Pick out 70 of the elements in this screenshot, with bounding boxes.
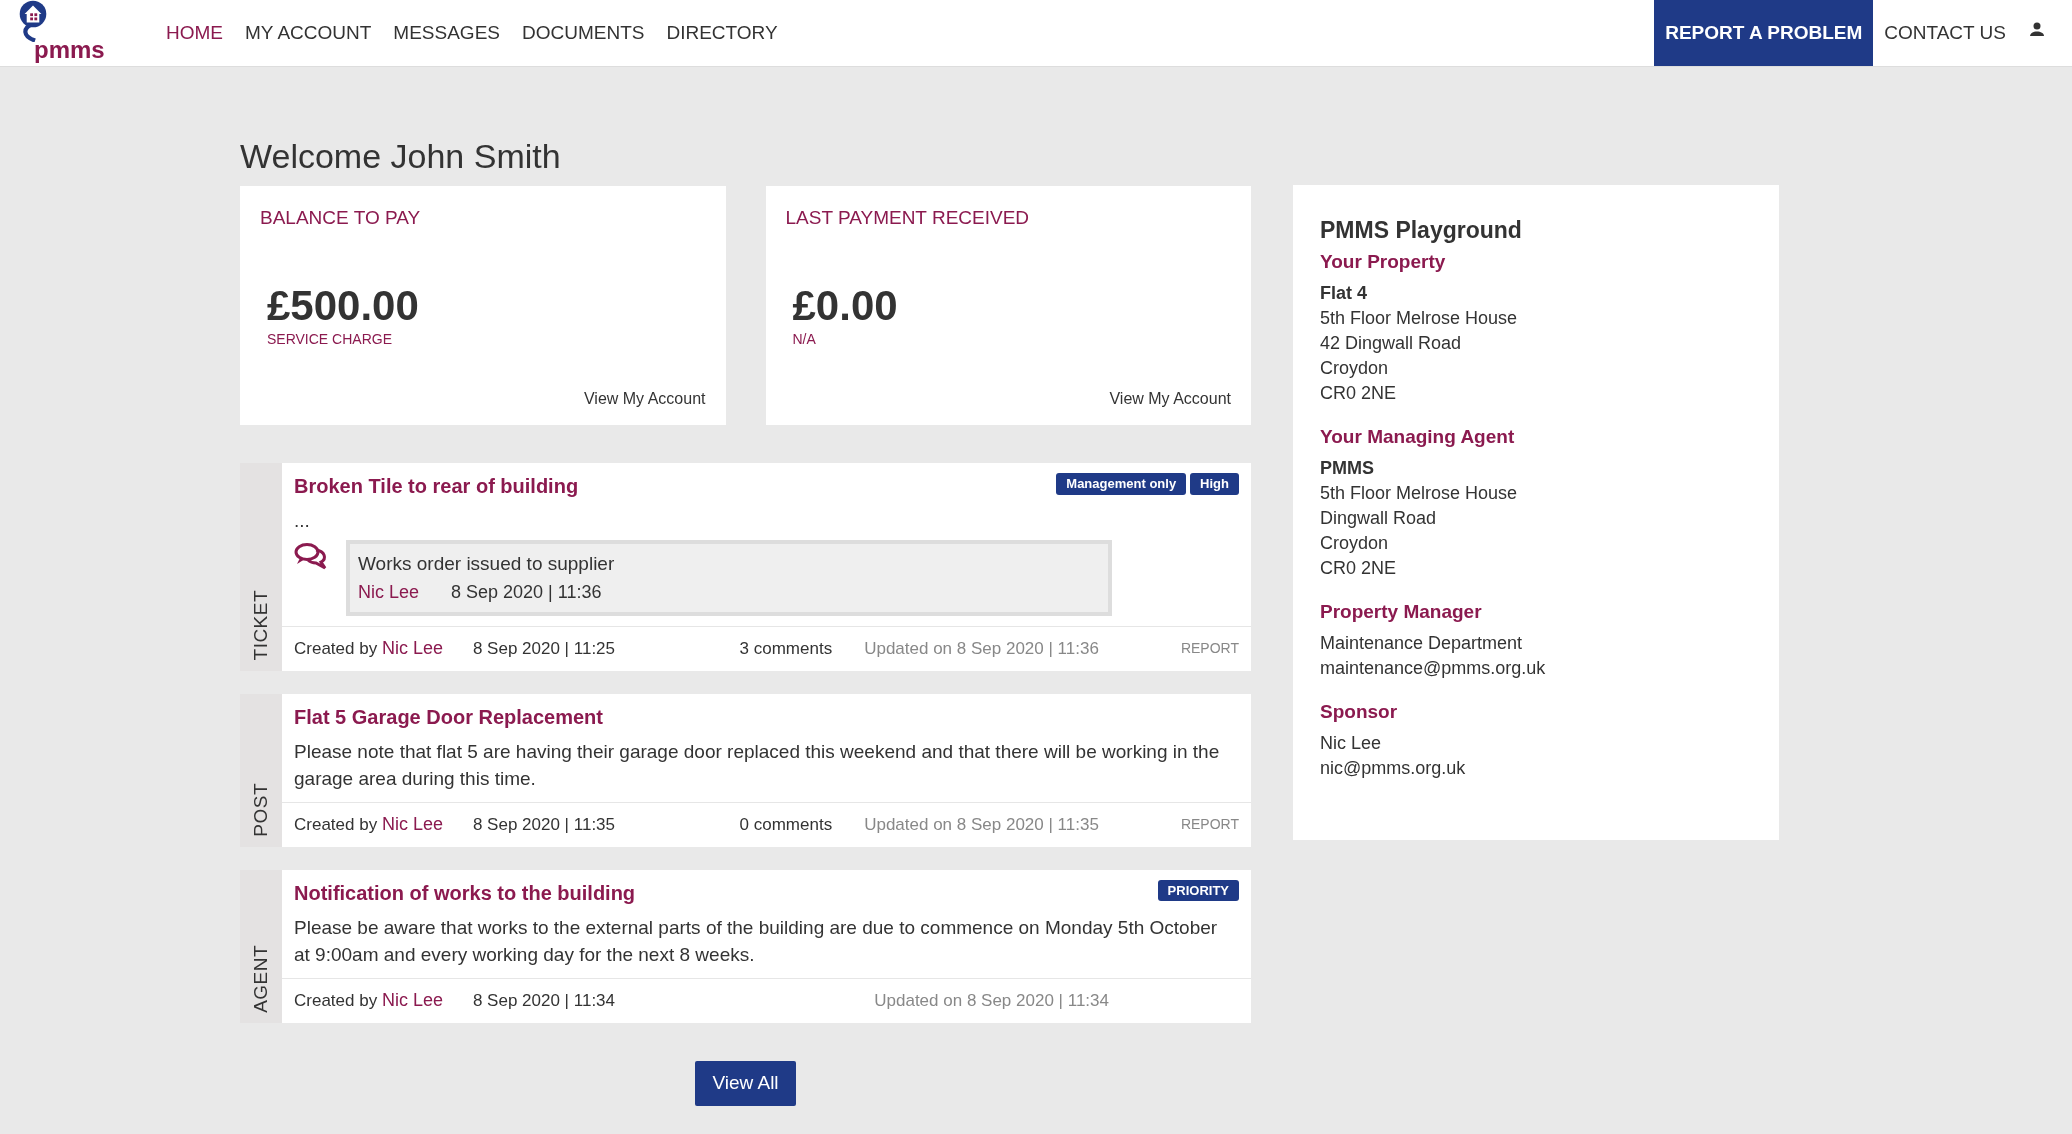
info-line: CR0 2NE [1320,382,1398,405]
amount-caption: SERVICE CHARGE [267,329,393,349]
report-link[interactable]: REPORT [1180,638,1239,659]
info-line: Flat 4 [1320,282,1368,305]
pmms-logo[interactable]: pmms [12,0,122,66]
post-body: Please be aware that works to the external parts of the building are due to commence on Monday 5th October at 9:00am and every working day for the next 8 weeks. [294,915,1219,967]
post-title[interactable]: Broken Tile to rear of building [294,471,579,501]
section-heading: Sponsor [1320,700,1399,724]
created-time: 8 Sep 2020 | 11:25 [472,637,616,660]
info-line: nic@pmms.org.uk [1320,757,1467,780]
info-line: CR0 2NE [1320,557,1398,580]
view-all-button[interactable]: View All [695,1060,796,1106]
updated-time: Updated on 8 Sep 2020 | 11:35 [864,813,1099,836]
created-by-text: Created by Nic Lee [294,813,443,836]
info-line: Maintenance Department [1320,632,1524,655]
nav-link[interactable]: MY ACCOUNT [245,18,372,48]
post-body: ... [294,509,311,533]
info-line: 5th Floor Melrose House [1320,307,1519,330]
author-link[interactable]: Nic Lee [381,638,443,658]
author-link[interactable]: Nic Lee [381,990,443,1010]
created-time: 8 Sep 2020 | 11:34 [472,989,616,1012]
info-line: Dingwall Road [1320,507,1438,530]
type-label: AGENT [248,944,272,1013]
comments-link[interactable]: 0 comments [739,811,833,838]
tag-label: PRIORITY [1157,879,1239,901]
post-title[interactable]: Notification of works to the building [294,877,636,908]
author-link[interactable]: Nic Lee [358,578,420,606]
created-time: 8 Sep 2020 | 11:35 [472,813,616,836]
info-line: Croydon [1320,357,1390,380]
nav-link[interactable]: HOME [166,18,223,48]
info-line: PMMS [1320,457,1375,480]
info-line: Croydon [1320,532,1390,555]
card-title: LAST PAYMENT RECEIVED [785,206,1031,230]
post-body: Please note that flat 5 are having their garage door replaced this weekend and that there will be working in the garage area during this time. [294,739,1221,791]
type-label: POST [248,782,272,837]
type-label: TICKET [248,590,272,661]
contact-link[interactable]: CONTACT US [1884,0,2006,66]
updated-time: Updated on 8 Sep 2020 | 11:36 [864,637,1099,660]
view-account-link[interactable]: View My Account [1109,387,1231,411]
created-by-text: Created by Nic Lee [294,637,443,660]
amount: £0.00 [792,282,899,329]
report-problem-button[interactable]: REPORT A PROBLEM [1654,0,1874,66]
updated-time: Updated on 8 Sep 2020 | 11:34 [874,989,1109,1012]
info-line: 5th Floor Melrose House [1320,482,1519,505]
section-heading: Your Property [1320,250,1447,274]
comment-text: Works order issued to supplier [358,552,616,576]
report-link[interactable]: REPORT [1180,814,1239,835]
comments-link[interactable]: 3 comments [739,635,833,662]
welcome-heading: Welcome John Smith [240,136,562,177]
comment-time: 8 Sep 2020 | 11:36 [451,580,602,604]
nav-link[interactable]: DOCUMENTS [522,18,645,48]
card-title: BALANCE TO PAY [260,206,422,230]
nav-link[interactable]: DIRECTORY [666,18,778,48]
panel-title: PMMS Playground [1320,216,1523,245]
author-link[interactable]: Nic Lee [381,814,443,834]
section-heading: Property Manager [1320,600,1483,624]
amount-caption: N/A [792,329,817,349]
amount: £500.00 [267,282,420,329]
tag-label: High [1190,473,1239,495]
info-line: maintenance@pmms.org.uk [1320,657,1547,680]
chat-bubbles-icon [294,542,328,570]
view-account-link[interactable]: View My Account [583,387,706,411]
tag-label: Management only [1056,473,1187,495]
section-heading: Your Managing Agent [1320,425,1516,449]
info-line: 42 Dingwall Road [1320,332,1463,355]
nav-link[interactable]: MESSAGES [393,18,500,48]
post-title[interactable]: Flat 5 Garage Door Replacement [294,701,603,732]
created-by-text: Created by Nic Lee [294,989,443,1012]
info-line: Nic Lee [1320,732,1383,755]
user-icon[interactable] [2030,22,2044,36]
